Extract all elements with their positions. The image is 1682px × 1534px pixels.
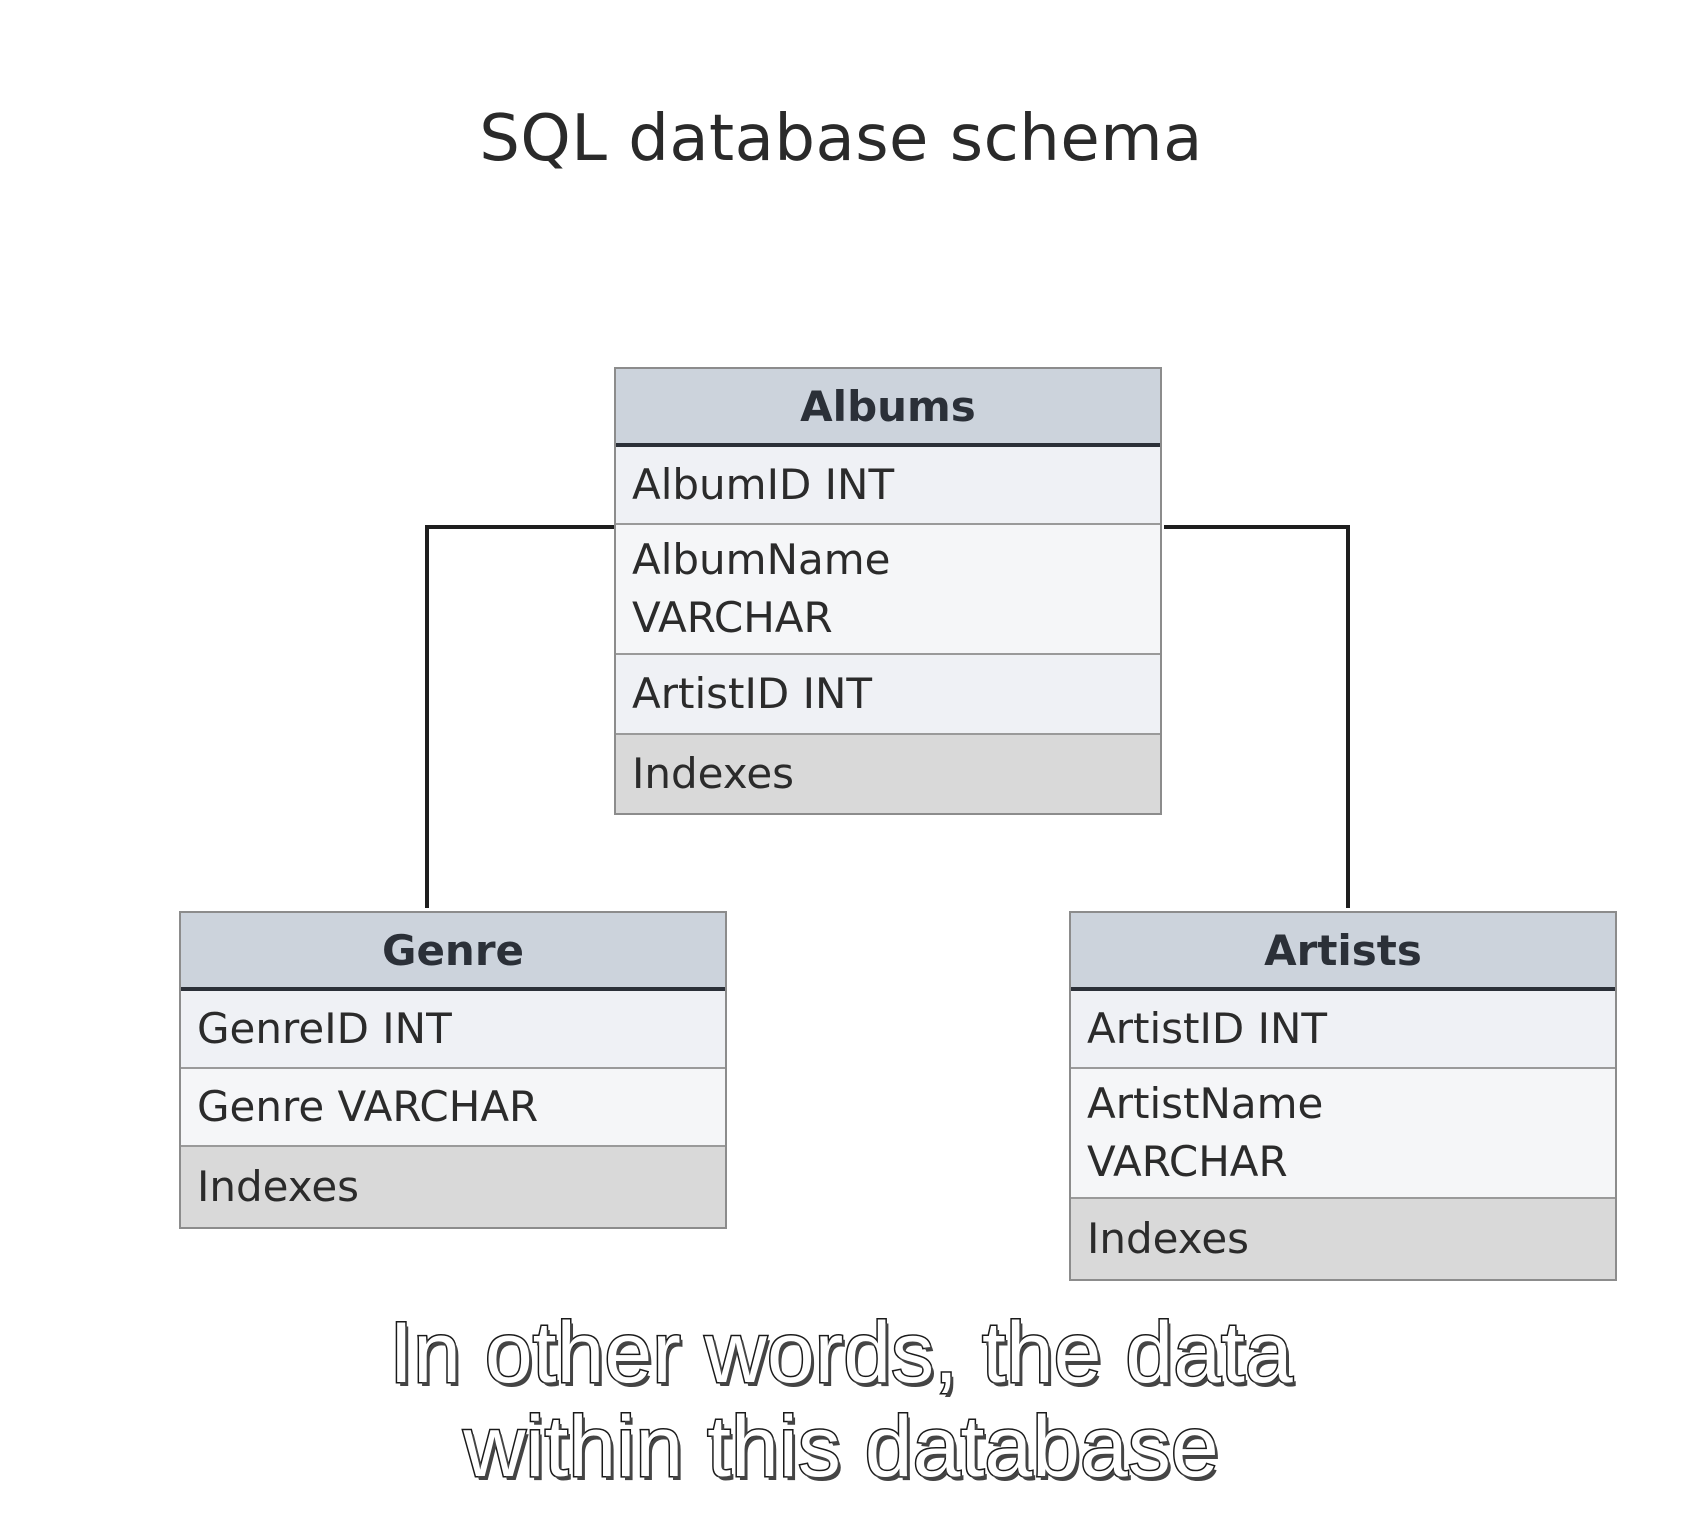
caption-line-1: In other words, the data <box>388 1305 1295 1402</box>
video-caption: In other words, the data within this dat… <box>0 1305 1682 1496</box>
albums-indexes: Indexes <box>616 735 1160 813</box>
genre-table-header: Genre <box>181 913 725 991</box>
albums-table-header: Albums <box>616 369 1160 447</box>
genre-indexes: Indexes <box>181 1147 725 1227</box>
genre-field-genre: Genre VARCHAR <box>181 1069 725 1147</box>
artists-table-header: Artists <box>1071 913 1615 991</box>
artists-table: Artists ArtistID INT ArtistName VARCHAR … <box>1069 911 1617 1281</box>
albums-genre-connector <box>425 525 614 908</box>
genre-field-genreid: GenreID INT <box>181 991 725 1069</box>
albums-field-albumname: AlbumName VARCHAR <box>616 525 1160 655</box>
albums-field-albumid: AlbumID INT <box>616 447 1160 525</box>
caption-line-2: within this database <box>462 1399 1220 1496</box>
albums-artists-connector <box>1164 525 1350 908</box>
artists-field-artistname: ArtistName VARCHAR <box>1071 1069 1615 1199</box>
albums-field-artistid: ArtistID INT <box>616 655 1160 735</box>
artists-field-artistid: ArtistID INT <box>1071 991 1615 1069</box>
albums-table: Albums AlbumID INT AlbumName VARCHAR Art… <box>614 367 1162 815</box>
artists-indexes: Indexes <box>1071 1199 1615 1279</box>
genre-table: Genre GenreID INT Genre VARCHAR Indexes <box>179 911 727 1229</box>
